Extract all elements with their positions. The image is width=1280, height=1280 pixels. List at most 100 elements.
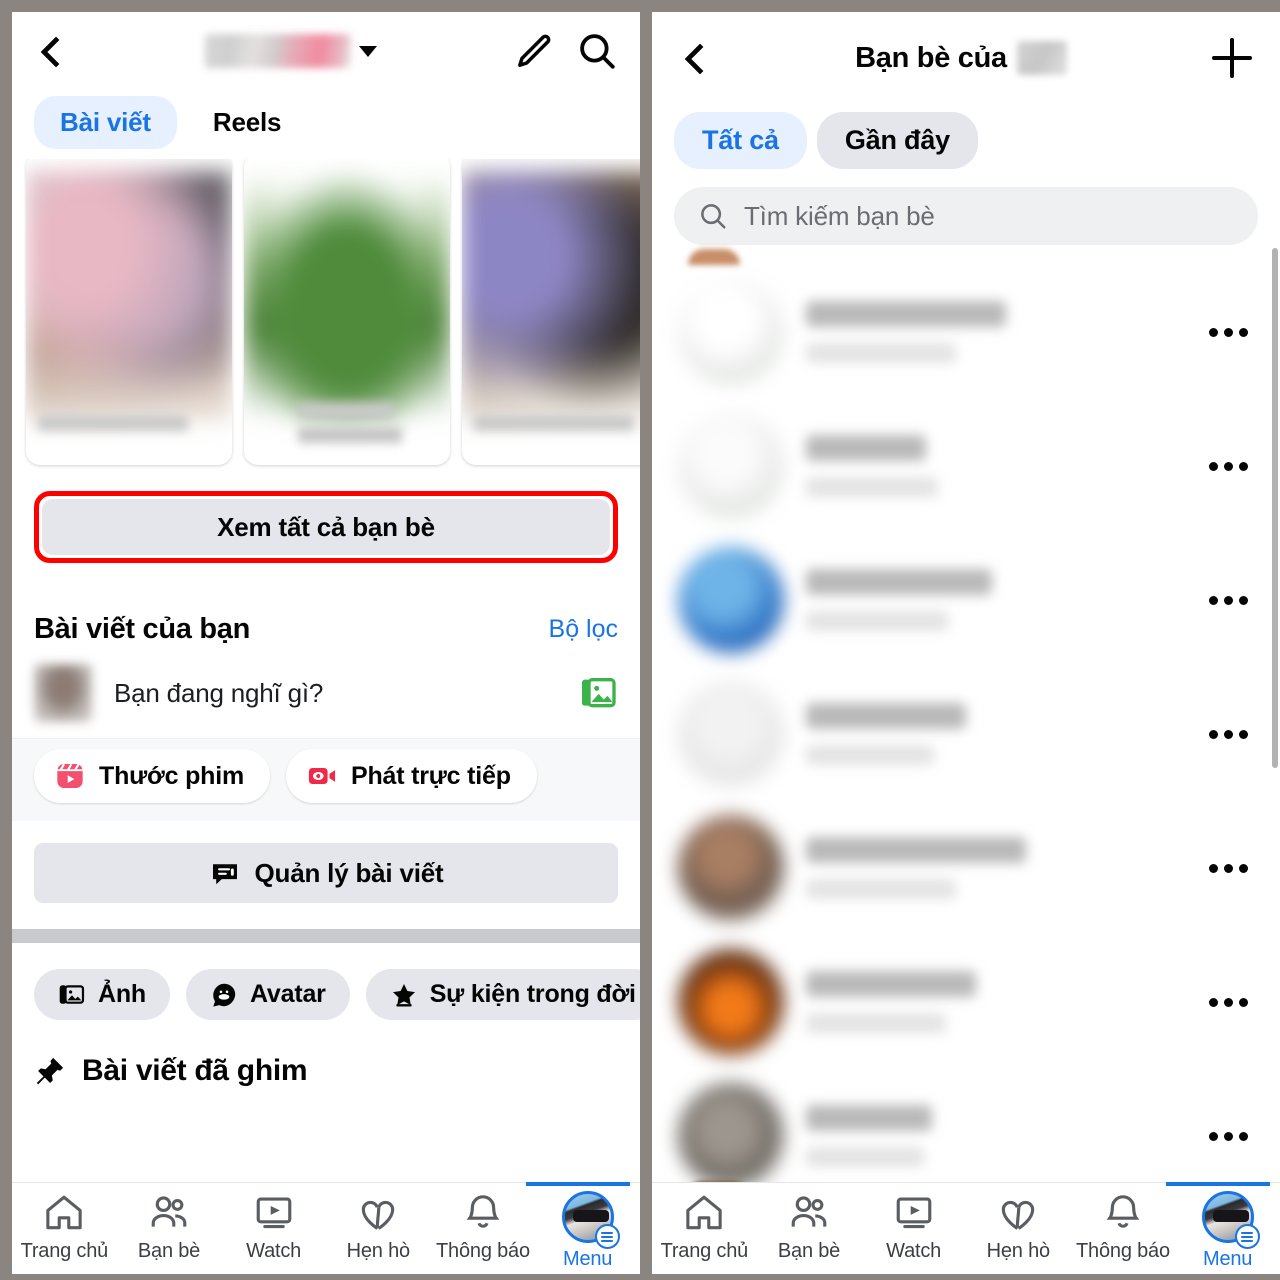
photo-library-icon[interactable] [578, 673, 618, 713]
more-options-icon[interactable] [1209, 327, 1254, 337]
more-options-icon[interactable] [1209, 997, 1254, 1007]
friend-meta [784, 1105, 1209, 1167]
nav-label: Menu [1202, 1248, 1253, 1270]
more-options-icon[interactable] [1209, 863, 1254, 873]
list-item[interactable] [652, 265, 1280, 399]
nav-label: Thông báo [436, 1240, 530, 1262]
photo-card[interactable] [26, 159, 232, 465]
avatar [678, 1083, 784, 1189]
avatar [34, 664, 92, 722]
tab-reels[interactable]: Reels [187, 96, 307, 149]
friend-subtitle-redacted [806, 1147, 924, 1167]
friends-list[interactable] [652, 245, 1280, 1203]
profile-name-area[interactable] [68, 34, 514, 68]
nav-label: Bạn bè [137, 1240, 201, 1262]
add-friend-button[interactable] [1210, 36, 1254, 80]
photo-card[interactable] [244, 159, 450, 465]
pinned-posts-header: Bài viết đã ghim [12, 1036, 640, 1088]
nav-trang-chu[interactable]: Trang chủ [12, 1191, 116, 1263]
profile-screen: Bài viết Reels Xem tất cả bạn bè Bài viế… [12, 12, 640, 1274]
photo-card[interactable] [462, 159, 640, 465]
photo-thumbnail [244, 171, 450, 421]
chip-anh-label: Ảnh [98, 980, 146, 1008]
search-icon [698, 201, 728, 231]
photo-thumbnail [26, 171, 232, 421]
search-friends-field[interactable]: Tìm kiếm bạn bè [674, 187, 1258, 245]
profile-top-bar [12, 12, 640, 90]
nav-label: Menu [562, 1248, 613, 1270]
chip-avatar[interactable]: Avatar [186, 969, 350, 1020]
friend-name-redacted [806, 971, 976, 997]
partial-row-above [688, 249, 740, 265]
photo-caption-redacted [298, 427, 402, 443]
photos-icon [58, 981, 86, 1009]
your-posts-title: Bài viết của bạn [34, 613, 250, 645]
avatar [678, 279, 784, 385]
avatar [678, 949, 784, 1055]
nav-label: Trang chủ [20, 1240, 109, 1262]
avatar-icon [210, 981, 238, 1009]
friends-page-title: Bạn bè của [712, 41, 1210, 75]
friend-name-redacted [806, 703, 966, 729]
photo-caption-redacted [38, 415, 188, 431]
list-item[interactable] [652, 935, 1280, 1069]
post-composer-row[interactable]: Bạn đang nghĩ gì? [12, 656, 640, 738]
see-all-friends-button[interactable]: Xem tất cả bạn bè [42, 499, 610, 555]
list-item[interactable] [652, 801, 1280, 935]
live-video-icon [306, 760, 338, 792]
nav-menu[interactable]: Menu [1165, 1182, 1280, 1271]
quick-actions-row: Thước phim Phát trực tiếp [12, 738, 640, 821]
friend-subtitle-redacted [806, 611, 948, 631]
nav-trang-chu[interactable]: Trang chủ [652, 1191, 756, 1263]
back-chevron-icon[interactable] [34, 34, 68, 68]
reels-label: Thước phim [99, 761, 244, 790]
pencil-icon[interactable] [514, 31, 554, 71]
your-posts-header: Bài viết của bạn Bộ lọc [12, 569, 640, 656]
profile-tabs: Bài viết Reels [12, 90, 640, 159]
list-item[interactable] [652, 667, 1280, 801]
vertical-scrollbar[interactable] [1272, 248, 1278, 768]
reels-button[interactable]: Thước phim [34, 749, 270, 803]
composer-placeholder[interactable]: Bạn đang nghĩ gì? [114, 678, 556, 709]
more-options-icon[interactable] [1209, 595, 1254, 605]
back-chevron-icon[interactable] [678, 41, 712, 75]
filter-gan-day[interactable]: Gần đây [816, 112, 978, 169]
nav-menu[interactable]: Menu [525, 1182, 640, 1271]
chip-anh[interactable]: Ảnh [34, 969, 170, 1020]
live-video-button[interactable]: Phát trực tiếp [286, 749, 537, 803]
bottom-navigation: Trang chủ Bạn bè Watch Hẹn hò Thông báo … [652, 1182, 1280, 1274]
manage-posts-button[interactable]: Quản lý bài viết [34, 843, 618, 903]
manage-posts-icon [209, 857, 241, 889]
nav-hen-ho[interactable]: Hẹn hò [966, 1191, 1070, 1263]
avatar [678, 681, 784, 787]
friend-subtitle-redacted [806, 879, 956, 899]
nav-ban-be[interactable]: Bạn bè [117, 1191, 221, 1263]
nav-watch[interactable]: Watch [862, 1191, 966, 1263]
filter-tat-ca[interactable]: Tất cả [674, 112, 807, 169]
red-highlight-box: Xem tất cả bạn bè [34, 491, 618, 563]
nav-hen-ho[interactable]: Hẹn hò [326, 1191, 430, 1263]
avatar [678, 547, 784, 653]
nav-label: Thông báo [1076, 1240, 1170, 1262]
nav-thong-bao[interactable]: Thông báo [1071, 1191, 1175, 1263]
friend-subtitle-redacted [806, 745, 934, 765]
more-options-icon[interactable] [1209, 1131, 1254, 1141]
nav-thong-bao[interactable]: Thông báo [431, 1191, 535, 1263]
tab-bai-viet[interactable]: Bài viết [34, 96, 177, 149]
chip-su-kien-trong-doi[interactable]: Sự kiện trong đời [365, 969, 640, 1020]
active-tab-indicator [1165, 1182, 1270, 1186]
list-item[interactable] [652, 533, 1280, 667]
manage-posts-label: Quản lý bài viết [254, 857, 444, 888]
nav-watch[interactable]: Watch [222, 1191, 326, 1263]
search-input[interactable]: Tìm kiếm bạn bè [744, 201, 935, 232]
list-item[interactable] [652, 399, 1280, 533]
search-icon[interactable] [576, 30, 618, 72]
filter-link[interactable]: Bộ lọc [549, 615, 618, 644]
nav-ban-be[interactable]: Bạn bè [757, 1191, 861, 1263]
photo-cards-strip[interactable] [12, 159, 640, 477]
photo-caption-redacted [298, 403, 394, 419]
friends-list-screen: Bạn bè của Tất cả Gần đây Tìm kiếm bạn b… [652, 12, 1280, 1274]
more-options-icon[interactable] [1209, 729, 1254, 739]
more-options-icon[interactable] [1209, 461, 1254, 471]
caret-down-icon[interactable] [359, 45, 377, 57]
